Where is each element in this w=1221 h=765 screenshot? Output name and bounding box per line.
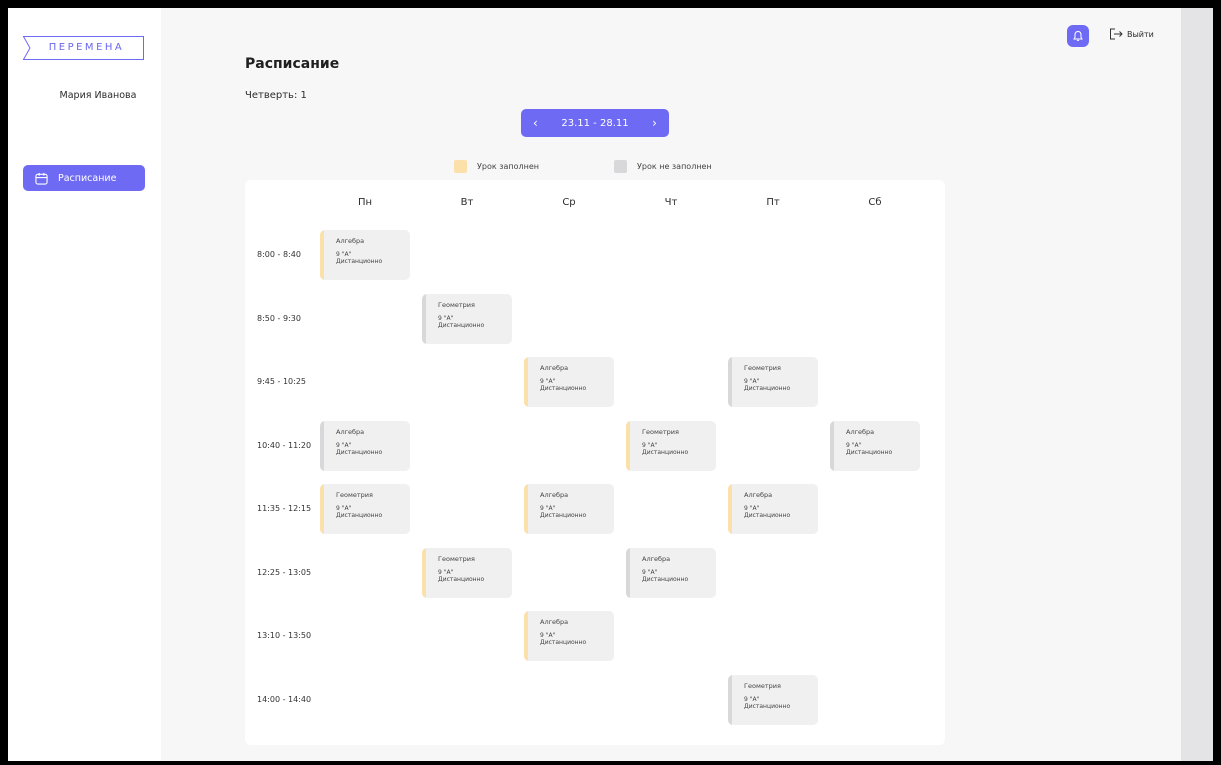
lesson-subject: Геометрия (744, 364, 781, 372)
logout-button[interactable]: Выйти (1109, 28, 1154, 40)
week-pager: ‹ 23.11 - 28.11 › (521, 109, 669, 137)
lesson-class: 9 "А" (336, 442, 352, 449)
page-title: Расписание (245, 56, 340, 72)
lesson-class: 9 "А" (744, 378, 760, 385)
time-slot-label: 10:40 - 11:20 (257, 441, 312, 450)
week-range: 23.11 - 28.11 (561, 117, 629, 129)
lesson-mode: Дистанционно (846, 449, 893, 456)
lesson-subject: Алгебра (744, 491, 773, 499)
lesson-mode: Дистанционно (336, 449, 383, 456)
day-header: Сб (868, 197, 882, 208)
lesson-mode: Дистанционно (744, 703, 791, 710)
next-week-button[interactable]: › (652, 116, 657, 130)
lesson-class: 9 "А" (438, 315, 454, 322)
lesson-mode: Дистанционно (744, 512, 791, 519)
legend-empty-swatch (614, 160, 627, 173)
sidebar: ПЕРЕМЕНА Мария Иванова Расписание (8, 8, 161, 761)
lesson-card[interactable]: Алгебра 9 "А" Дистанционно (524, 484, 614, 534)
lesson-subject: Геометрия (438, 301, 475, 309)
day-header: Чт (664, 197, 678, 208)
logo-text: ПЕРЕМЕНА (48, 42, 125, 53)
lesson-class: 9 "А" (438, 569, 454, 576)
legend-filled-swatch (454, 160, 467, 173)
calendar-icon (35, 172, 48, 185)
lesson-card[interactable]: Геометрия 9 "А" Дистанционно (422, 294, 512, 344)
lesson-card[interactable]: Алгебра 9 "А" Дистанционно (320, 230, 410, 280)
lesson-card[interactable]: Геометрия 9 "А" Дистанционно (320, 484, 410, 534)
legend-empty: Урок не заполнен (614, 160, 712, 173)
user-name: Мария Иванова (59, 90, 137, 101)
time-slot-label: 8:00 - 8:40 (257, 250, 301, 259)
legend-empty-label: Урок не заполнен (637, 162, 712, 171)
time-slot-label: 9:45 - 10:25 (257, 377, 306, 386)
time-slot-label: 12:25 - 13:05 (257, 568, 312, 577)
time-slot-label: 13:10 - 13:50 (257, 631, 312, 640)
lesson-mode: Дистанционно (438, 322, 485, 329)
lesson-mode: Дистанционно (744, 385, 791, 392)
lesson-class: 9 "А" (336, 251, 352, 258)
time-slot-label: 11:35 - 12:15 (257, 504, 312, 513)
day-header: Вт (460, 197, 474, 208)
logout-icon (1110, 28, 1123, 40)
lesson-class: 9 "А" (846, 442, 862, 449)
day-header: Пн (357, 197, 373, 208)
lesson-mode: Дистанционно (642, 449, 689, 456)
lesson-mode: Дистанционно (540, 385, 587, 392)
lesson-subject: Геометрия (438, 555, 475, 563)
lesson-class: 9 "А" (744, 505, 760, 512)
lesson-card[interactable]: Алгебра 9 "А" Дистанционно (320, 421, 410, 471)
lesson-card[interactable]: Геометрия 9 "А" Дистанционно (728, 357, 818, 407)
lesson-mode: Дистанционно (642, 576, 689, 583)
sidebar-item-schedule[interactable]: Расписание (23, 165, 145, 191)
lesson-class: 9 "А" (744, 696, 760, 703)
lesson-mode: Дистанционно (540, 512, 587, 519)
app-frame: ПЕРЕМЕНА Мария Иванова Расписание Распис… (8, 8, 1213, 761)
lesson-card[interactable]: Алгебра 9 "А" Дистанционно (524, 611, 614, 661)
lesson-subject: Алгебра (642, 555, 671, 563)
lesson-class: 9 "А" (540, 632, 556, 639)
lesson-mode: Дистанционно (540, 639, 587, 646)
lesson-card[interactable]: Геометрия 9 "А" Дистанционно (422, 548, 512, 598)
sidebar-item-label: Расписание (58, 172, 117, 184)
logo[interactable]: ПЕРЕМЕНА (23, 36, 144, 60)
lesson-class: 9 "А" (540, 378, 556, 385)
bell-icon (1073, 30, 1083, 41)
scrollbar-track[interactable] (1181, 8, 1213, 761)
time-slot-label: 8:50 - 9:30 (257, 314, 301, 323)
time-slot-label: 14:00 - 14:40 (257, 695, 312, 704)
lesson-class: 9 "А" (642, 442, 658, 449)
lesson-subject: Алгебра (336, 237, 365, 245)
day-header: Пт (766, 197, 780, 208)
lesson-card[interactable]: Геометрия 9 "А" Дистанционно (626, 421, 716, 471)
lesson-card[interactable]: Алгебра 9 "А" Дистанционно (728, 484, 818, 534)
quarter-label: Четверть: 1 (245, 90, 307, 101)
legend-filled: Урок заполнен (454, 160, 539, 173)
lesson-mode: Дистанционно (438, 576, 485, 583)
lesson-card[interactable]: Алгебра 9 "А" Дистанционно (830, 421, 920, 471)
legend-filled-label: Урок заполнен (477, 162, 539, 171)
schedule-grid: Пн Вт Ср Чт Пт Сб 8:00 - 8:40 8:50 - 9:30 9:45 -… (245, 180, 945, 745)
lesson-subject: Алгебра (540, 618, 569, 626)
lesson-subject: Алгебра (540, 491, 569, 499)
lesson-subject: Геометрия (336, 491, 373, 499)
lesson-class: 9 "А" (642, 569, 658, 576)
lesson-subject: Алгебра (846, 428, 875, 436)
notifications-button[interactable] (1067, 25, 1089, 47)
lesson-card[interactable]: Алгебра 9 "А" Дистанционно (626, 548, 716, 598)
lesson-subject: Геометрия (744, 682, 781, 690)
prev-week-button[interactable]: ‹ (533, 116, 538, 130)
lesson-mode: Дистанционно (336, 512, 383, 519)
lesson-class: 9 "А" (336, 505, 352, 512)
lesson-card[interactable]: Геометрия 9 "А" Дистанционно (728, 675, 818, 725)
day-header: Ср (562, 197, 576, 208)
lesson-subject: Геометрия (642, 428, 679, 436)
logout-label: Выйти (1127, 29, 1154, 39)
lesson-class: 9 "А" (540, 505, 556, 512)
lesson-card[interactable]: Алгебра 9 "А" Дистанционно (524, 357, 614, 407)
lesson-subject: Алгебра (336, 428, 365, 436)
lesson-subject: Алгебра (540, 364, 569, 372)
lesson-mode: Дистанционно (336, 258, 383, 265)
